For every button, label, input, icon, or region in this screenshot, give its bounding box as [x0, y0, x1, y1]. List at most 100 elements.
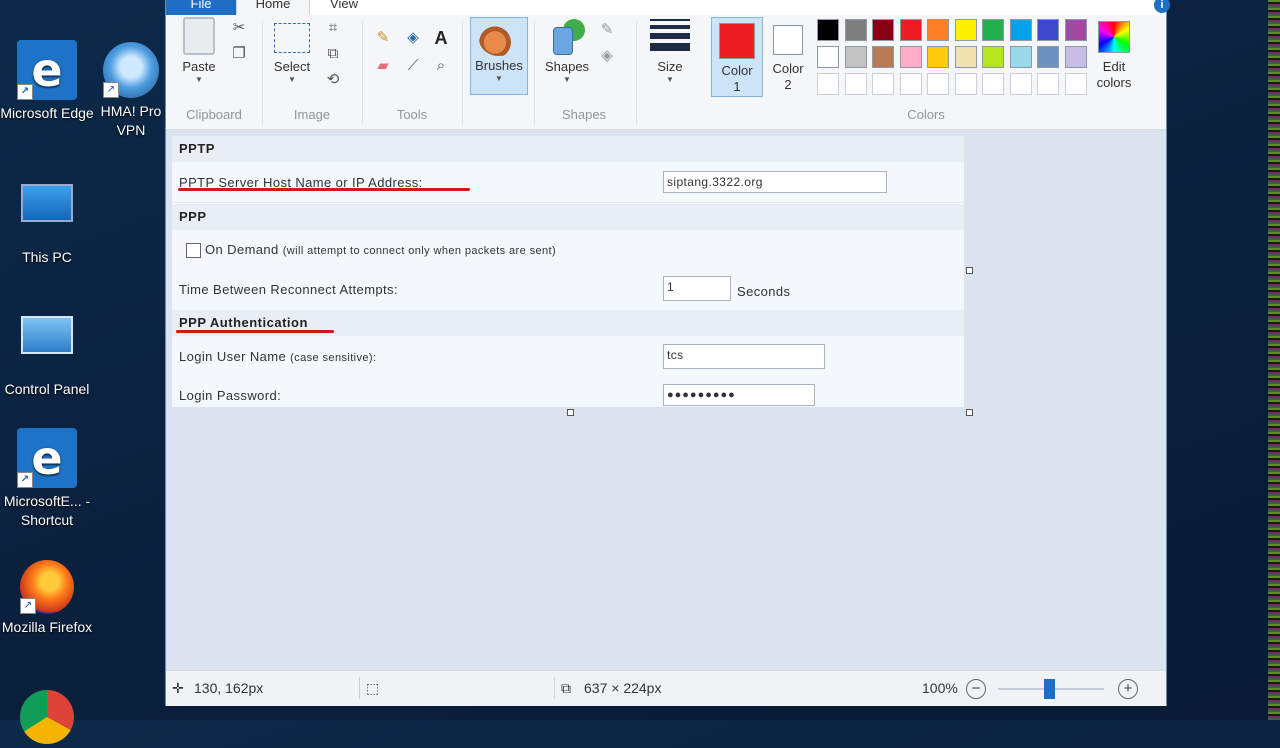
palette-swatch[interactable]: [899, 46, 922, 68]
cursor-position: 130, 162px: [194, 680, 264, 696]
select-button[interactable]: Select ▼: [272, 23, 312, 85]
chevron-down-icon: ▼: [495, 74, 503, 83]
reconnect-label: Time Between Reconnect Attempts:: [179, 282, 398, 297]
magnifier-icon[interactable]: ⌕: [432, 57, 450, 75]
palette-swatch[interactable]: [844, 46, 867, 68]
palette-swatch[interactable]: [927, 19, 949, 41]
palette-swatch[interactable]: [899, 73, 922, 95]
color-picker-icon[interactable]: ⟋: [404, 57, 422, 75]
hma-vpn-icon: ↗: [103, 42, 159, 98]
desktop-icon-edge[interactable]: e ↗ Microsoft Edge: [0, 40, 95, 123]
palette-swatch[interactable]: [1037, 73, 1059, 95]
row-on-demand: On Demand (will attempt to connect only …: [172, 230, 964, 269]
palette-swatch[interactable]: [1064, 19, 1087, 41]
resize-handle-corner[interactable]: [966, 409, 973, 416]
copy-icon[interactable]: ❐: [230, 45, 248, 63]
cut-icon[interactable]: ✂: [230, 19, 248, 37]
cursor-icon: ✛: [172, 680, 184, 696]
reconnect-unit: Seconds: [737, 284, 791, 299]
palette-swatch[interactable]: [817, 73, 839, 95]
fill-icon[interactable]: ◈: [404, 29, 422, 47]
paste-button[interactable]: Paste ▼: [178, 17, 220, 85]
text-icon[interactable]: A: [432, 29, 450, 47]
desktop-icon-firefox[interactable]: ↗ Mozilla Firefox: [0, 560, 95, 637]
zoom-in-button[interactable]: +: [1118, 679, 1138, 699]
status-separator: [554, 677, 555, 699]
reconnect-field: 1: [663, 276, 731, 301]
palette-swatch[interactable]: [1009, 19, 1032, 41]
shape-fill-icon[interactable]: ◈: [598, 47, 616, 65]
brushes-button[interactable]: Brushes ▼: [470, 17, 528, 95]
shapes-icon: [549, 19, 585, 55]
red-underline: [176, 330, 334, 333]
eraser-icon[interactable]: ▰: [374, 57, 392, 75]
resize-handle-bottom[interactable]: [567, 409, 574, 416]
login-password-field: ●●●●●●●●●: [663, 384, 815, 406]
color2-button[interactable]: Color 2: [766, 17, 810, 93]
resize-handle-right[interactable]: [966, 267, 973, 274]
palette-swatch[interactable]: [872, 19, 894, 41]
palette-swatch[interactable]: [817, 46, 839, 68]
rotate-icon[interactable]: ⟲: [324, 71, 342, 89]
palette-swatch[interactable]: [899, 19, 922, 41]
palette-swatch[interactable]: [982, 73, 1004, 95]
chevron-down-icon: ▼: [563, 75, 571, 84]
status-bar: ✛ 130, 162px ⬚ ⧉ 637 × 224px 100% − +: [166, 670, 1166, 706]
size-button[interactable]: Size ▼: [646, 19, 694, 85]
zoom-out-button[interactable]: −: [966, 679, 986, 699]
palette-swatch[interactable]: [954, 46, 977, 68]
help-icon[interactable]: i: [1154, 0, 1170, 13]
tab-file[interactable]: File: [166, 0, 236, 15]
section-header-pptp: PPTP: [172, 136, 964, 162]
palette-swatch[interactable]: [1009, 73, 1032, 95]
shapes-button[interactable]: Shapes ▼: [542, 17, 592, 85]
red-underline: [178, 188, 470, 191]
palette-swatch[interactable]: [872, 46, 894, 68]
shortcut-arrow-icon: ↗: [17, 472, 33, 488]
on-demand-label: On Demand: [205, 242, 279, 257]
palette-swatch[interactable]: [982, 46, 1004, 68]
tab-home[interactable]: Home: [236, 0, 310, 15]
palette-swatch[interactable]: [1064, 46, 1087, 68]
rainbow-icon: [1098, 21, 1130, 53]
desktop-icon-edge-shortcut[interactable]: e ↗ MicrosoftE... - Shortcut: [0, 428, 95, 530]
login-user-label: Login User Name: [179, 349, 287, 364]
group-label-tools: Tools: [396, 107, 428, 122]
pencil-icon[interactable]: ✎: [374, 29, 392, 47]
palette-swatch[interactable]: [817, 19, 839, 41]
palette-swatch[interactable]: [927, 73, 949, 95]
palette-swatch[interactable]: [844, 73, 867, 95]
tab-view[interactable]: View: [308, 0, 380, 15]
desktop-icon-hma-vpn[interactable]: ↗ HMA! Pro VPN: [96, 42, 166, 140]
palette-swatch[interactable]: [1064, 73, 1087, 95]
desktop-icon-label: This PC: [22, 249, 72, 265]
desktop-icon-control-panel[interactable]: Control Panel: [0, 304, 95, 399]
palette-swatch[interactable]: [927, 46, 949, 68]
desktop-icon-this-pc[interactable]: This PC: [0, 174, 95, 267]
selection-icon: [274, 23, 310, 53]
selection-size-icon: ⬚: [366, 680, 380, 696]
on-demand-checkbox: [186, 243, 201, 258]
group-label-clipboard: Clipboard: [186, 107, 242, 122]
palette-swatch[interactable]: [954, 19, 977, 41]
palette-swatch[interactable]: [844, 19, 867, 41]
palette-swatch[interactable]: [1037, 46, 1059, 68]
zoom-slider-thumb[interactable]: [1044, 679, 1055, 699]
palette-swatch[interactable]: [1037, 19, 1059, 41]
resize-icon[interactable]: ⧉: [324, 45, 342, 63]
palette-swatch[interactable]: [872, 73, 894, 95]
palette-swatch[interactable]: [982, 19, 1004, 41]
crop-icon[interactable]: ⌗: [324, 19, 342, 37]
palette-swatch[interactable]: [1009, 46, 1032, 68]
canvas-area[interactable]: PPTP PPTP Server Host Name or IP Address…: [166, 130, 1166, 670]
login-password-label: Login Password:: [179, 388, 282, 403]
pasted-image[interactable]: PPTP PPTP Server Host Name or IP Address…: [172, 136, 964, 407]
outline-icon[interactable]: ✎: [598, 21, 616, 39]
control-panel-icon: [17, 316, 77, 376]
desktop-icon-chrome[interactable]: [0, 690, 95, 748]
color1-button[interactable]: Color 1: [711, 17, 763, 97]
image-size: 637 × 224px: [584, 680, 662, 696]
edit-colors-button[interactable]: Edit colors: [1094, 17, 1134, 91]
palette-swatch[interactable]: [954, 73, 977, 95]
ribbon: Paste ▼ ✂ ❐ Clipboard Select ▼ ⌗ ⧉ ⟲ Ima…: [166, 15, 1166, 130]
